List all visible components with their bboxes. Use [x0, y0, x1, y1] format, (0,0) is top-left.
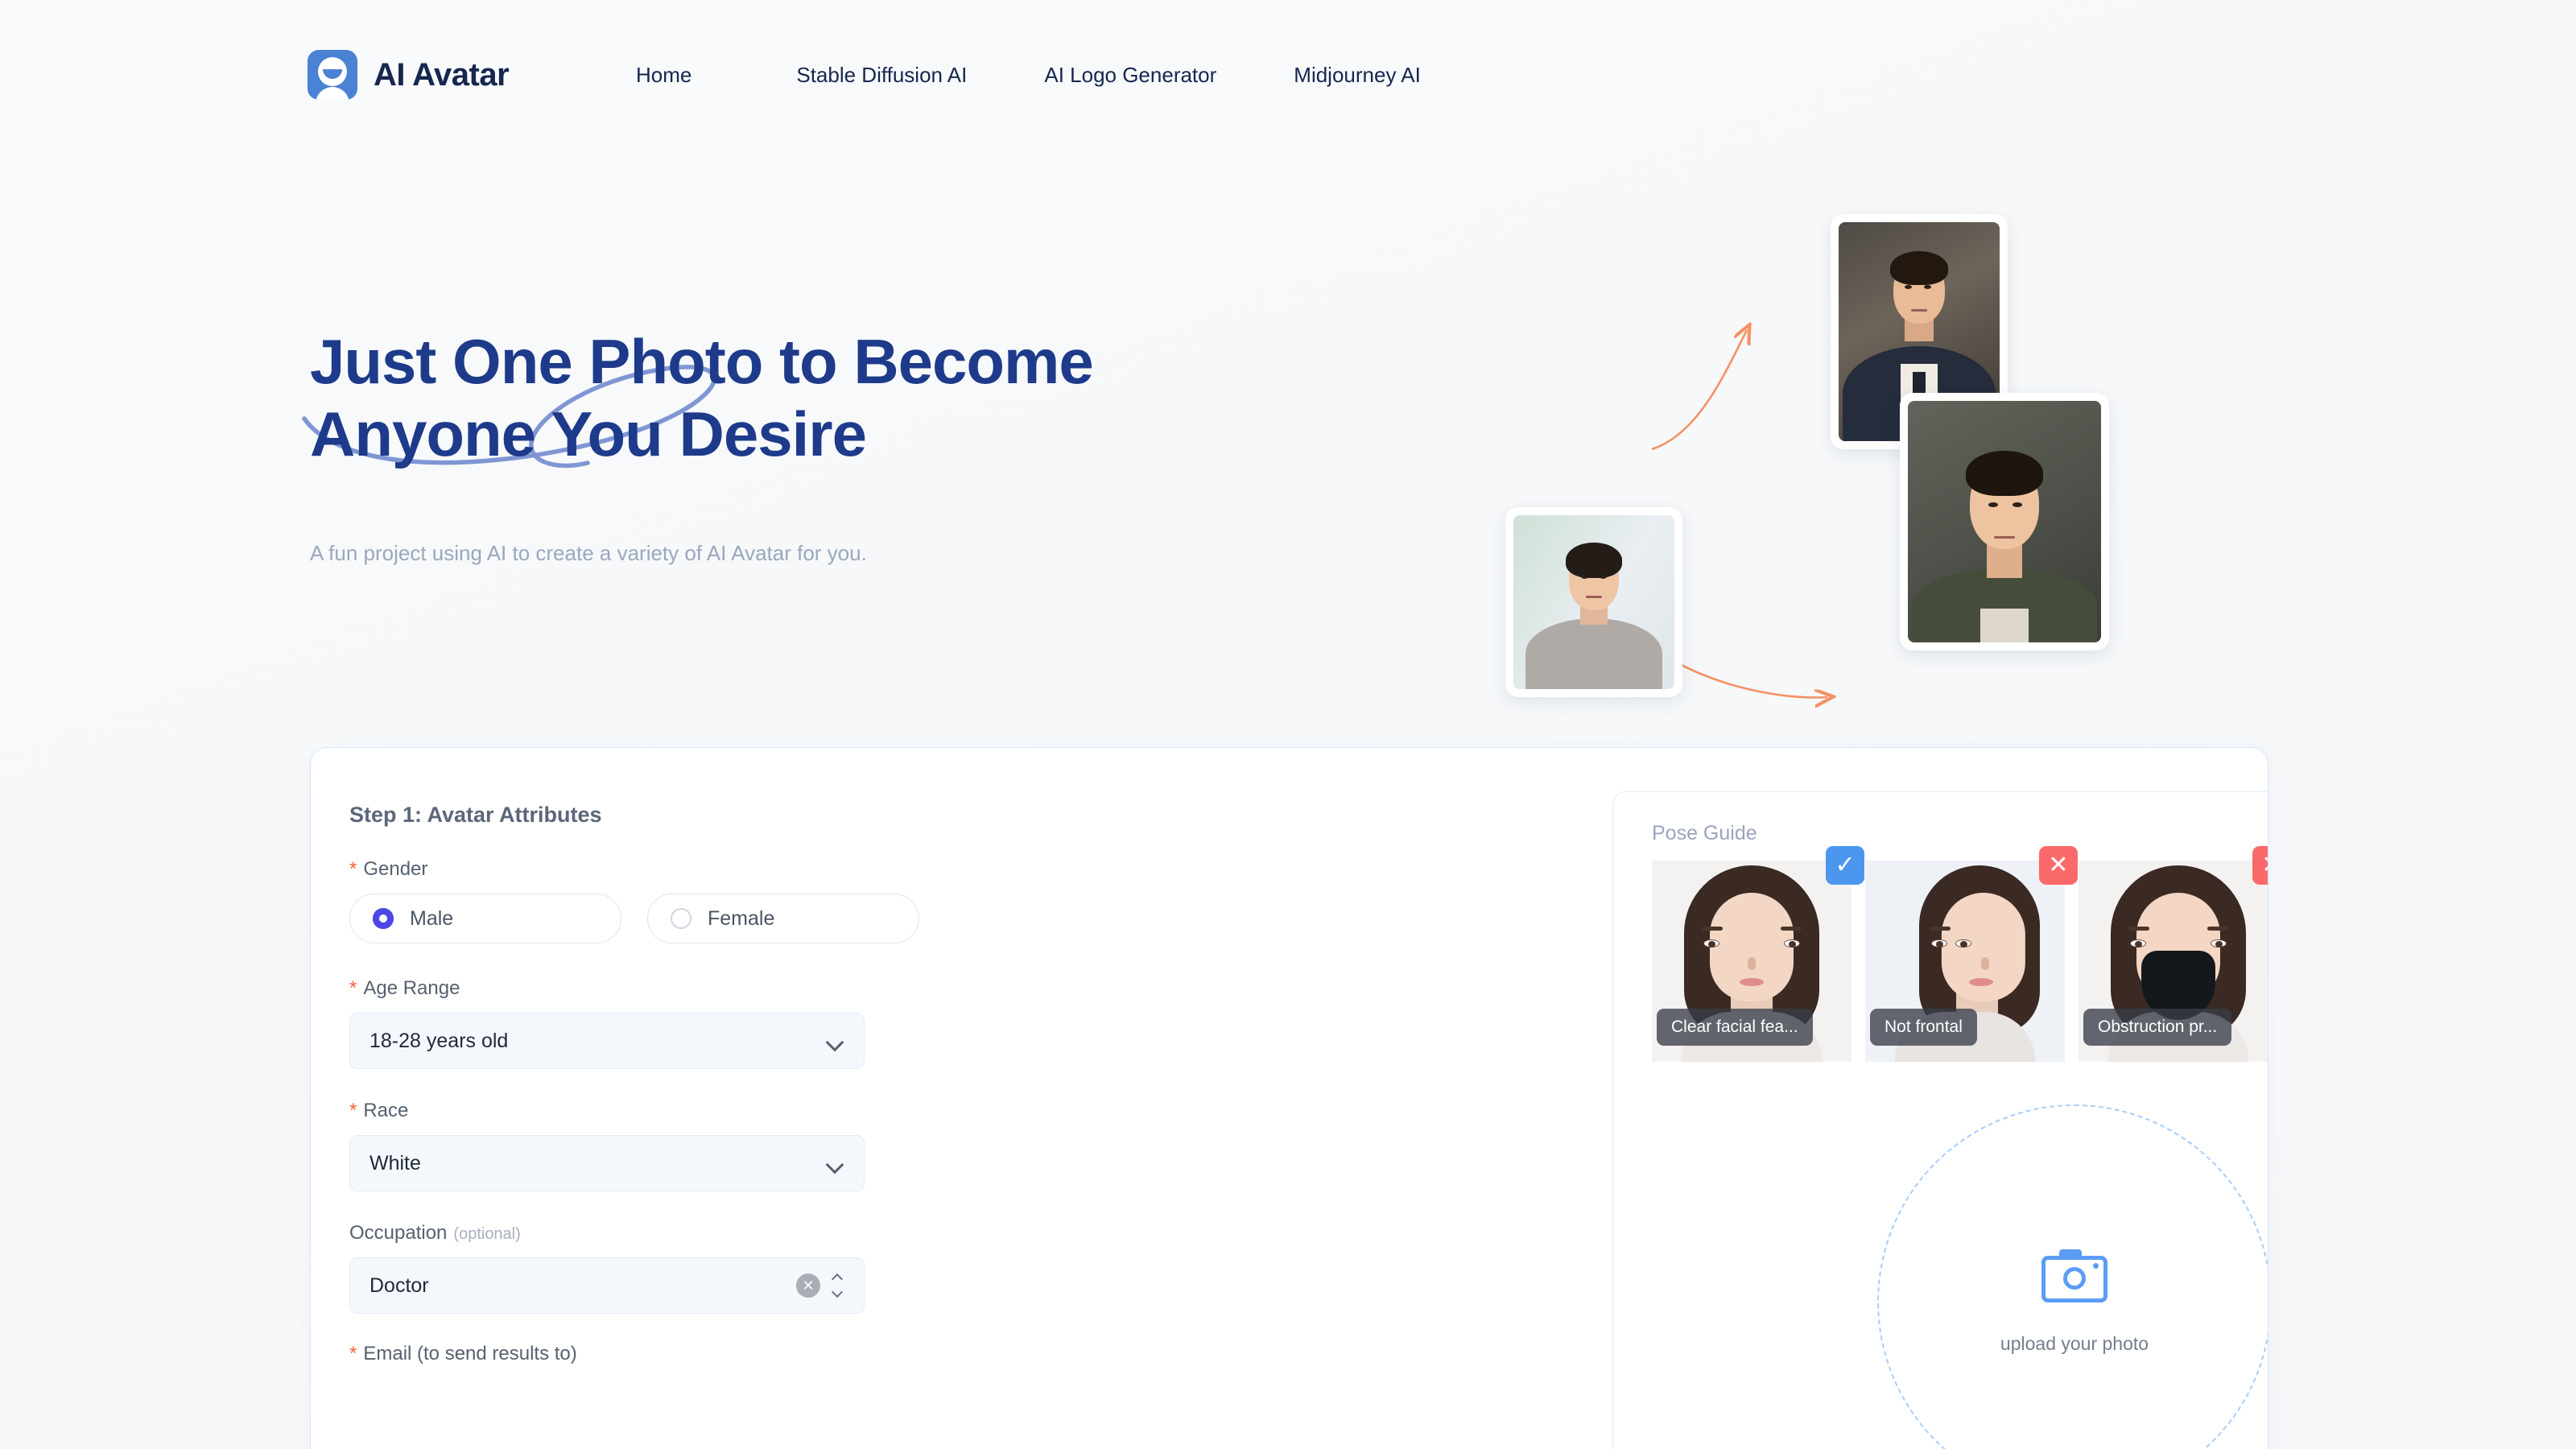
up-down-chevron-icon[interactable]	[831, 1272, 844, 1299]
hero-casual-photo-card	[1900, 393, 2109, 650]
brand-name: AI Avatar	[374, 56, 510, 93]
gender-option-female-label: Female	[708, 906, 775, 930]
email-label: * Email (to send results to)	[349, 1343, 1259, 1365]
nav-item-home[interactable]: Home	[636, 63, 691, 88]
close-icon: ✕	[2252, 846, 2268, 885]
occupation-optional-note: (optional)	[453, 1225, 521, 1243]
pose-guide-title: Pose Guide	[1652, 822, 1757, 844]
hero-text-block: Just One Photo to Become Anyone You Desi…	[310, 326, 1356, 470]
nav-item-ai-logo-generator[interactable]: AI Logo Generator	[1044, 63, 1216, 88]
occupation-value: Doctor	[369, 1274, 429, 1297]
pose-caption: Not frontal	[1870, 1009, 1977, 1046]
page-title: Just One Photo to Become Anyone You Desi…	[310, 326, 1094, 469]
gender-option-female[interactable]: Female	[647, 894, 919, 943]
hero-subtitle: A fun project using AI to create a varie…	[310, 541, 867, 565]
main-navigation: Home Stable Diffusion AI AI Logo Generat…	[636, 63, 1421, 88]
pose-guide-item-not-frontal[interactable]: ✕ Not frontal	[1865, 846, 2078, 1062]
avatar-form-card: Step 1: Avatar Attributes * Gender Male …	[310, 747, 2268, 1449]
occupation-input[interactable]: Doctor ✕	[349, 1257, 865, 1314]
avatar-attributes-form: Step 1: Avatar Attributes * Gender Male …	[349, 803, 1259, 1378]
chevron-down-icon	[827, 1036, 844, 1046]
pose-caption: Obstruction pr...	[2083, 1009, 2232, 1046]
field-occupation: Occupation (optional) Doctor ✕	[349, 1222, 1259, 1314]
required-asterisk-age: *	[349, 977, 357, 999]
hero-illustration	[1481, 193, 2109, 708]
clear-circle-x-icon[interactable]: ✕	[796, 1274, 820, 1298]
camera-icon	[2041, 1249, 2107, 1302]
required-asterisk-email: *	[349, 1343, 357, 1364]
avatar-smile-icon	[308, 50, 357, 100]
gender-label-text: Gender	[363, 858, 428, 880]
photo-upload-dropzone[interactable]: upload your photo	[1877, 1104, 2268, 1449]
casual-portrait	[1908, 401, 2101, 642]
age-range-value: 18-28 years old	[369, 1029, 509, 1052]
close-icon: ✕	[2039, 846, 2078, 885]
brand-logo[interactable]: AI Avatar	[308, 50, 510, 100]
nav-item-stable-diffusion-ai[interactable]: Stable Diffusion AI	[796, 63, 967, 88]
race-select[interactable]: White	[349, 1135, 865, 1191]
hero-source-photo-card	[1505, 507, 1682, 697]
gender-option-male[interactable]: Male	[349, 894, 621, 943]
age-range-label-text: Age Range	[363, 977, 460, 999]
occupation-label: Occupation (optional)	[349, 1222, 1259, 1245]
field-gender: * Gender Male Female	[349, 858, 1259, 943]
required-asterisk-race: *	[349, 1100, 357, 1121]
gender-label: * Gender	[349, 858, 1259, 881]
gender-option-male-label: Male	[410, 906, 454, 930]
field-age-range: * Age Range 18-28 years old	[349, 977, 1259, 1069]
radio-selected-icon	[373, 908, 394, 929]
gender-radio-group: Male Female	[349, 894, 1259, 943]
race-value: White	[369, 1151, 421, 1174]
nav-item-midjourney-ai[interactable]: Midjourney AI	[1294, 63, 1421, 88]
pose-caption: Clear facial fea...	[1657, 1009, 1813, 1046]
pose-guide-item-obstruction[interactable]: ✕ Obstruction pr...	[2079, 846, 2268, 1062]
site-header: AI Avatar Home Stable Diffusion AI AI Lo…	[0, 0, 2576, 166]
required-asterisk-gender: *	[349, 858, 357, 880]
email-label-text: Email (to send results to)	[363, 1343, 577, 1364]
upload-hint-text: upload your photo	[2000, 1332, 2149, 1354]
age-range-label: * Age Range	[349, 977, 1259, 1000]
chevron-down-icon	[827, 1158, 844, 1168]
age-range-select[interactable]: 18-28 years old	[349, 1013, 865, 1069]
field-email: * Email (to send results to)	[349, 1343, 1259, 1365]
pose-guide-list: ✓ Clear facial fea... ✕ Not frontal Obst…	[1652, 846, 2268, 1062]
occupation-label-text: Occupation	[349, 1222, 448, 1244]
pose-guide-item-good[interactable]: ✓ Clear facial fea...	[1652, 846, 1864, 1062]
occupation-controls: ✕	[796, 1272, 844, 1299]
step-title: Step 1: Avatar Attributes	[349, 803, 602, 827]
radio-unselected-icon	[671, 908, 691, 929]
field-race: * Race White	[349, 1100, 1259, 1191]
pose-guide-panel: Pose Guide ✓ Clear facial fea... ✕ Not f…	[1612, 791, 2268, 1449]
race-label: * Race	[349, 1100, 1259, 1122]
source-portrait	[1513, 515, 1674, 689]
check-icon: ✓	[1826, 846, 1864, 885]
race-label-text: Race	[363, 1100, 409, 1121]
